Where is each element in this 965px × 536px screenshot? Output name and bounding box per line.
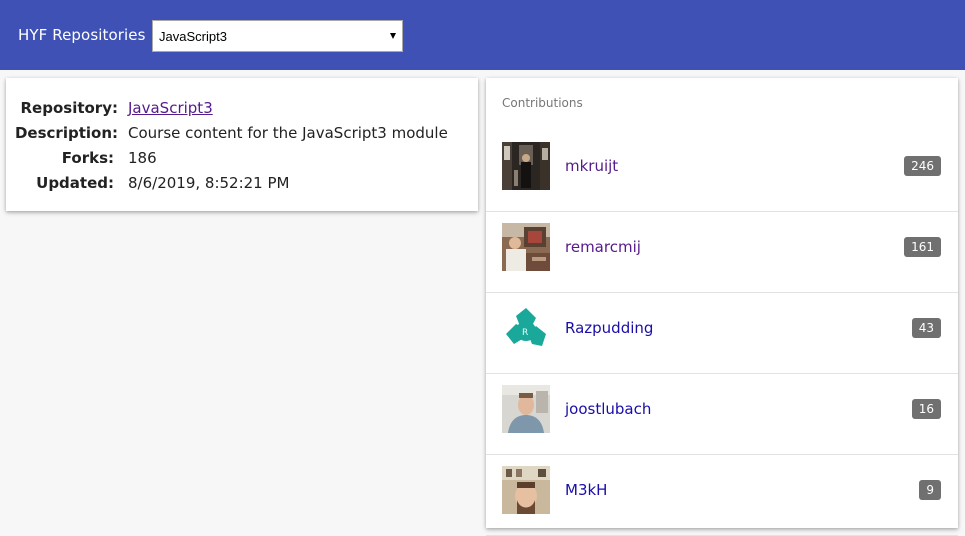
contribution-count-badge: 246 bbox=[904, 156, 941, 176]
avatar bbox=[502, 466, 550, 514]
contributions-heading: Contributions bbox=[502, 96, 583, 110]
forks-row: Forks: 186 bbox=[6, 149, 478, 171]
contributor-item[interactable]: remarcmij 161 bbox=[486, 212, 958, 293]
contribution-count-badge: 9 bbox=[919, 480, 941, 500]
avatar bbox=[502, 142, 550, 190]
contributor-item[interactable]: R Razpudding 43 bbox=[486, 293, 958, 374]
description-label: Description: bbox=[14, 124, 118, 142]
repository-label: Repository: bbox=[20, 99, 119, 117]
updated-value: 8/6/2019, 8:52:21 PM bbox=[128, 174, 290, 192]
contributor-item[interactable]: mkruijt 246 bbox=[486, 131, 958, 212]
contributor-name[interactable]: mkruijt bbox=[565, 157, 618, 175]
repository-row: Repository: JavaScript3 bbox=[6, 99, 478, 121]
contribution-count-badge: 161 bbox=[904, 237, 941, 257]
repository-select[interactable]: JavaScript3 bbox=[152, 20, 403, 52]
repository-card: Repository: JavaScript3 Description: Cou… bbox=[6, 78, 478, 211]
repository-link[interactable]: JavaScript3 bbox=[128, 99, 213, 117]
contributor-name[interactable]: Razpudding bbox=[565, 319, 653, 337]
contributions-panel: Contributions mkruijt 246 remarcmij 161 … bbox=[486, 78, 958, 536]
updated-label: Updated: bbox=[36, 174, 114, 192]
app-title: HYF Repositories bbox=[18, 26, 146, 44]
updated-row: Updated: 8/6/2019, 8:52:21 PM bbox=[6, 174, 478, 196]
avatar: R bbox=[502, 304, 550, 352]
description-row: Description: Course content for the Java… bbox=[6, 124, 478, 146]
repository-select-value: JavaScript3 bbox=[159, 29, 227, 44]
avatar bbox=[502, 223, 550, 271]
contribution-count-badge: 43 bbox=[911, 318, 941, 338]
contributor-name[interactable]: joostlubach bbox=[565, 400, 651, 418]
svg-text:R: R bbox=[522, 328, 528, 338]
contributor-item[interactable]: joostlubach 16 bbox=[486, 374, 958, 455]
chevron-down-icon bbox=[390, 33, 396, 39]
avatar bbox=[502, 385, 550, 433]
forks-label: Forks: bbox=[61, 149, 114, 167]
description-value: Course content for the JavaScript3 modul… bbox=[128, 124, 448, 142]
contributor-name[interactable]: M3kH bbox=[565, 481, 607, 499]
contributor-item[interactable]: M3kH 9 bbox=[486, 455, 958, 536]
contributor-name[interactable]: remarcmij bbox=[565, 238, 641, 256]
app-header: HYF Repositories JavaScript3 bbox=[0, 0, 965, 70]
forks-value: 186 bbox=[128, 149, 157, 167]
contribution-count-badge: 16 bbox=[911, 399, 941, 419]
